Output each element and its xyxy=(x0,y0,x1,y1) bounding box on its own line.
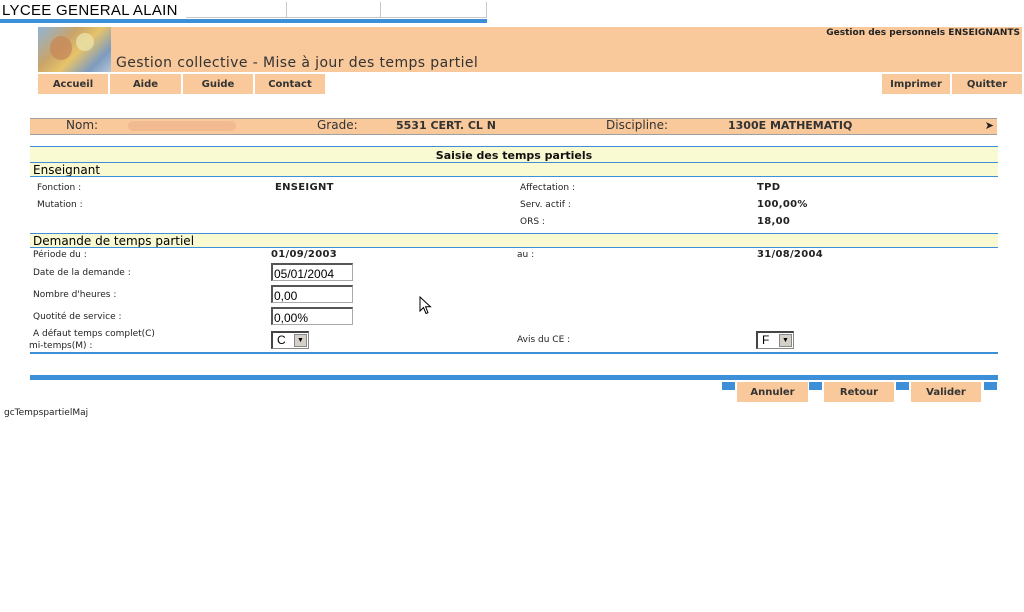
affectation-label: Affectation : xyxy=(520,183,576,193)
mutation-label: Mutation : xyxy=(37,200,83,210)
nav-contact-button[interactable]: Contact xyxy=(255,74,325,94)
school-cell xyxy=(287,2,381,18)
grade-label: Grade: xyxy=(317,118,358,132)
defaut-label-line1: A défaut temps complet(C) xyxy=(33,329,155,339)
annuler-button[interactable]: Annuler xyxy=(737,382,808,402)
action-bar-line xyxy=(30,375,998,380)
date-demande-label: Date de la demande : xyxy=(33,268,131,278)
nav-aide-button[interactable]: Aide xyxy=(110,74,181,94)
section-border xyxy=(30,176,998,177)
arrow-right-icon[interactable]: ➤ xyxy=(985,118,994,133)
ors-label: ORS : xyxy=(520,217,545,227)
dropdown-arrow-icon[interactable]: ▼ xyxy=(779,334,792,347)
periode-au-value: 31/08/2004 xyxy=(757,249,823,260)
nom-label: Nom: xyxy=(66,118,99,132)
quotite-input[interactable]: 0,00% xyxy=(271,307,353,325)
avis-ce-select-value: F xyxy=(762,333,770,347)
demande-heading-text: Demande de temps partiel xyxy=(33,234,195,248)
section-border-bottom xyxy=(30,352,998,354)
nav-guide-button[interactable]: Guide xyxy=(183,74,253,94)
button-decoration xyxy=(722,382,735,390)
demande-heading: Demande de temps partiel xyxy=(30,234,998,248)
button-decoration xyxy=(896,382,909,390)
ors-value: 18,00 xyxy=(757,216,791,227)
nb-heures-input[interactable]: 0,00 xyxy=(271,285,353,303)
grade-value: 5531 CERT. CL N xyxy=(396,119,496,132)
serv-actif-value: 100,00% xyxy=(757,199,808,210)
section-border xyxy=(30,247,998,248)
redacted-name xyxy=(128,121,236,131)
dropdown-arrow-icon[interactable]: ▼ xyxy=(294,334,307,347)
discipline-label: Discipline: xyxy=(606,118,669,132)
logo-detail xyxy=(76,33,94,51)
discipline-value: 1300E MATHEMATIQ xyxy=(728,119,853,132)
au-label: au : xyxy=(517,250,535,260)
retour-button[interactable]: Retour xyxy=(824,382,894,402)
fonction-label: Fonction : xyxy=(37,183,82,193)
defaut-select[interactable]: C ▼ xyxy=(271,331,309,349)
mouse-cursor-icon xyxy=(419,296,432,315)
enseignant-heading-text: Enseignant xyxy=(33,163,101,177)
logo-detail xyxy=(50,36,72,60)
app-subtitle: Gestion des personnels ENSEIGNANTS xyxy=(826,28,1020,38)
periode-label: Période du : xyxy=(33,250,87,260)
serv-actif-label: Serv. actif : xyxy=(520,200,571,210)
nb-heures-label: Nombre d'heures : xyxy=(33,290,117,300)
logo-image xyxy=(38,27,111,72)
avis-ce-select[interactable]: F ▼ xyxy=(756,331,794,349)
enseignant-heading: Enseignant xyxy=(30,163,998,177)
date-demande-input[interactable]: 05/01/2004 xyxy=(271,263,353,281)
school-name: LYCEE GENERAL ALAIN xyxy=(2,2,178,19)
button-decoration xyxy=(984,382,997,390)
screen-id: gcTempspartielMaj xyxy=(4,408,89,418)
affectation-value: TPD xyxy=(757,182,781,193)
fonction-value: ENSEIGNT xyxy=(275,182,334,193)
page-title: Gestion collective - Mise à jour des tem… xyxy=(116,55,479,71)
quotite-label: Quotité de service : xyxy=(33,312,122,322)
defaut-select-value: C xyxy=(277,333,286,347)
school-cell xyxy=(381,2,487,18)
periode-du-value: 01/09/2003 xyxy=(271,249,337,260)
school-underline xyxy=(0,19,487,23)
section-title: Saisie des temps partiels xyxy=(30,147,998,162)
button-decoration xyxy=(809,382,822,390)
avis-ce-label: Avis du CE : xyxy=(517,335,571,345)
imprimer-button[interactable]: Imprimer xyxy=(882,74,950,94)
valider-button[interactable]: Valider xyxy=(911,382,981,402)
defaut-label-line2: mi-temps(M) : xyxy=(29,341,93,351)
quitter-button[interactable]: Quitter xyxy=(952,74,1022,94)
school-cell xyxy=(186,2,287,18)
nav-accueil-button[interactable]: Accueil xyxy=(38,74,108,94)
